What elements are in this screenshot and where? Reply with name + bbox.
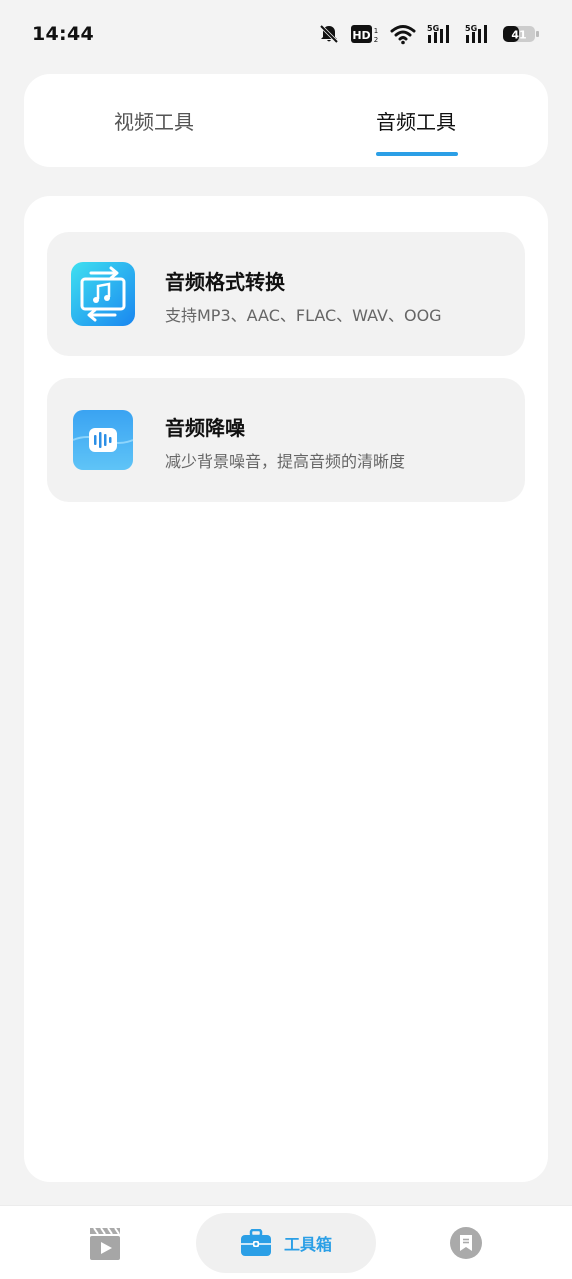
status-time: 14:44: [32, 23, 94, 45]
tool-title: 音频降噪: [165, 416, 245, 440]
status-icons: HD 1 2 5G 5G 41: [318, 23, 540, 45]
tool-title: 音频格式转换: [165, 270, 285, 294]
tool-item-noise-reduction[interactable]: 音频降噪 减少背景噪音，提高音频的清晰度: [47, 378, 525, 502]
signal-5g-icon-2: 5G: [465, 24, 487, 43]
tool-description: 支持MP3、AAC、FLAC、WAV、OOG: [165, 306, 442, 325]
message-icon: [450, 1227, 482, 1259]
tool-description: 减少背景噪音，提高音频的清晰度: [165, 452, 406, 471]
tab-bar: 视频工具 音频工具: [24, 74, 548, 167]
svg-text:1: 1: [374, 27, 378, 35]
svg-text:41: 41: [511, 29, 526, 42]
nav-message-button[interactable]: [449, 1226, 483, 1260]
nav-toolbox-label: 工具箱: [283, 1235, 332, 1254]
bell-muted-icon: [319, 24, 339, 44]
svg-text:5G: 5G: [465, 24, 477, 33]
tool-item-audio-convert[interactable]: 音频格式转换 支持MP3、AAC、FLAC、WAV、OOG: [47, 232, 525, 356]
hd-icon: HD 1 2: [351, 25, 378, 44]
nav-toolbox-button[interactable]: 工具箱: [196, 1213, 376, 1273]
tab-video-tools[interactable]: 视频工具: [69, 74, 239, 167]
noise-reduction-icon: [72, 410, 134, 470]
bottom-navigation: 工具箱: [0, 1205, 572, 1279]
svg-text:HD: HD: [352, 29, 370, 42]
wifi-icon: [390, 25, 416, 45]
tab-active-indicator: [376, 152, 458, 156]
status-bar: 14:44 HD 1 2 5G 5G 41: [0, 0, 572, 68]
battery-icon: 41: [503, 26, 539, 42]
nav-video-button[interactable]: [88, 1224, 122, 1262]
svg-text:5G: 5G: [427, 24, 439, 33]
video-clapper-icon: [90, 1227, 120, 1260]
tool-list: 音频格式转换 支持MP3、AAC、FLAC、WAV、OOG 音频降噪 减少背景噪…: [24, 196, 548, 1182]
audio-convert-icon: [71, 262, 135, 326]
signal-5g-icon: 5G: [427, 24, 449, 43]
svg-text:2: 2: [374, 36, 378, 44]
toolbox-icon: [240, 1229, 271, 1256]
